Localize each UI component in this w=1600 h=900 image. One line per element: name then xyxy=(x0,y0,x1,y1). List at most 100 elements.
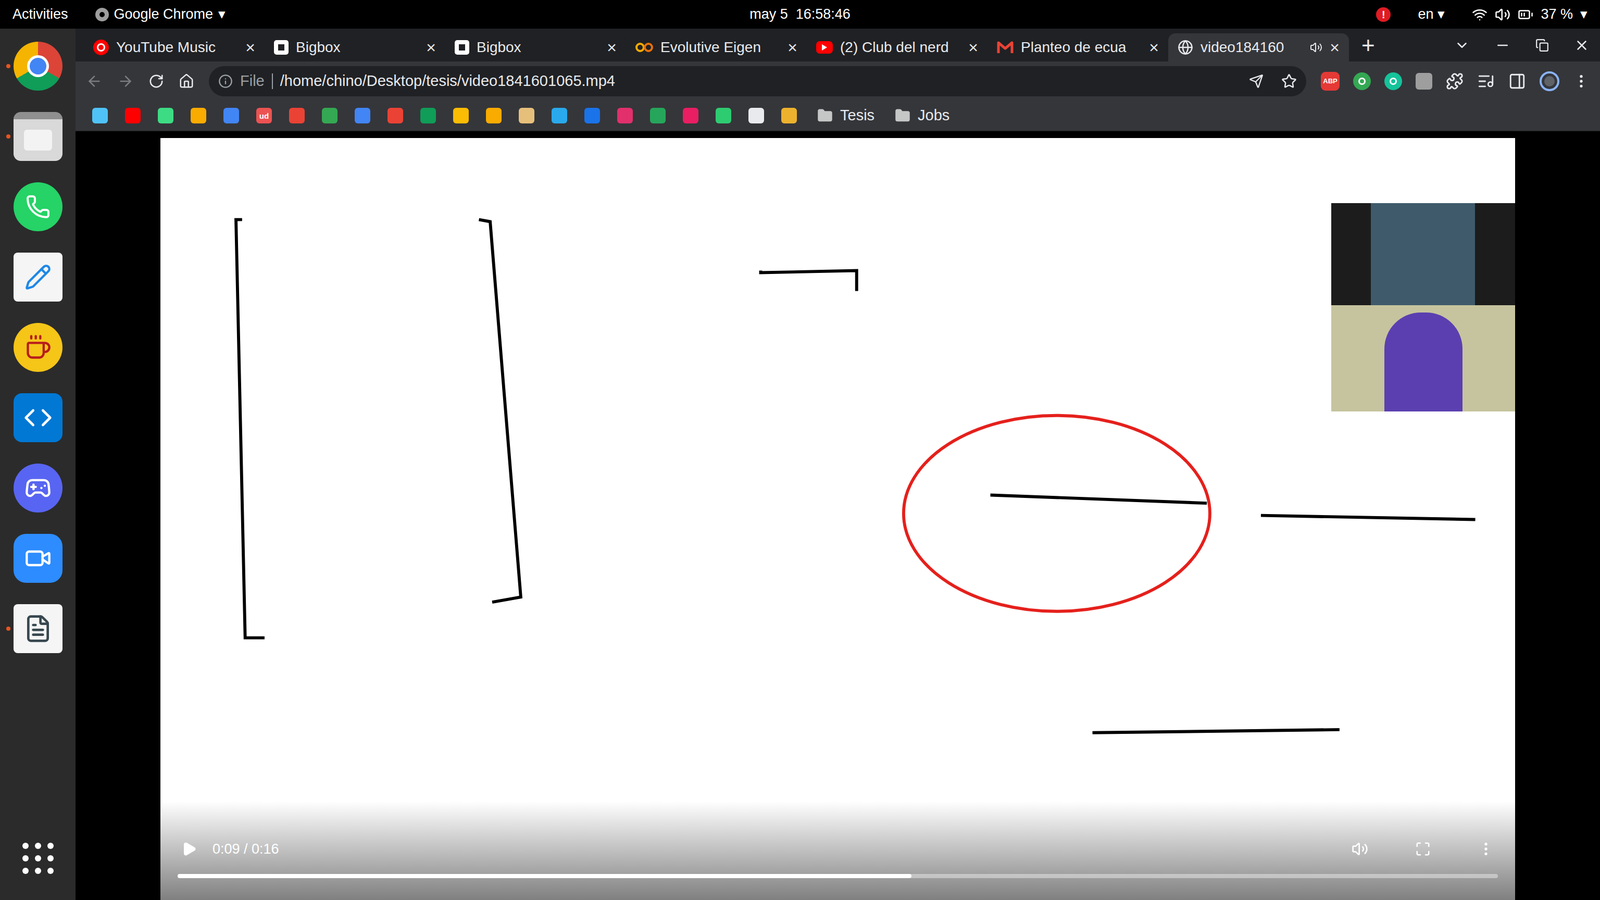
browser-tab[interactable]: YouTube Music× xyxy=(83,33,265,62)
reload-icon[interactable] xyxy=(148,73,165,90)
time-display: 0:09 / 0:16 xyxy=(212,838,280,860)
extensions-menu-button[interactable] xyxy=(1445,72,1464,91)
bookmark[interactable] xyxy=(485,107,502,124)
chrome-window: YouTube Music×Bigbox×Bigbox×Evolutive Ei… xyxy=(75,28,1600,900)
minimize-icon[interactable] xyxy=(1494,37,1511,54)
dock-item[interactable] xyxy=(13,41,63,91)
bookmark[interactable] xyxy=(92,107,108,124)
bookmark-folder[interactable]: Jobs xyxy=(894,104,950,128)
tab-close-button[interactable]: × xyxy=(787,34,798,60)
bookmark[interactable] xyxy=(584,107,600,124)
extension-button[interactable] xyxy=(1384,72,1403,91)
battery-level: 37 % xyxy=(1540,3,1573,25)
bookmark[interactable] xyxy=(354,107,371,124)
extension-button[interactable] xyxy=(1415,72,1433,90)
alert-indicator[interactable]: ! xyxy=(1376,7,1391,22)
bookmark[interactable] xyxy=(157,107,174,124)
restore-icon[interactable] xyxy=(1535,38,1549,53)
browser-tab[interactable]: Evolutive Eigen× xyxy=(626,33,807,62)
bookmark[interactable] xyxy=(387,107,404,124)
progress-track[interactable] xyxy=(177,873,1498,879)
info-icon[interactable] xyxy=(218,73,233,89)
dock-item[interactable] xyxy=(13,322,63,372)
bookmark[interactable] xyxy=(551,107,568,124)
files-icon xyxy=(13,111,63,161)
tab-close-button[interactable]: × xyxy=(1148,34,1159,60)
tab-close-button[interactable]: × xyxy=(1329,34,1340,60)
bookmark[interactable]: ud xyxy=(256,107,272,124)
back-icon[interactable] xyxy=(85,72,103,90)
forward-icon[interactable] xyxy=(117,72,134,90)
home-icon[interactable] xyxy=(178,73,195,90)
extension-button[interactable] xyxy=(1353,72,1371,91)
globe-icon xyxy=(1177,39,1194,56)
profile-button[interactable] xyxy=(1539,71,1560,92)
close-window-icon[interactable] xyxy=(1573,37,1590,54)
activities-button[interactable]: Activities xyxy=(12,3,69,25)
bookmark[interactable] xyxy=(748,107,765,124)
browser-tab[interactable]: Bigbox× xyxy=(264,33,446,62)
dock-item[interactable] xyxy=(13,393,63,443)
play-icon[interactable] xyxy=(181,841,197,857)
bookmark[interactable] xyxy=(321,107,338,124)
tab-close-button[interactable]: × xyxy=(426,34,436,60)
browser-tab[interactable]: Bigbox× xyxy=(445,33,627,62)
tab-close-button[interactable]: × xyxy=(245,34,256,60)
bookmark[interactable] xyxy=(223,107,240,124)
fullscreen-icon[interactable] xyxy=(1415,841,1431,857)
bigbox-icon xyxy=(454,40,470,55)
bookmark[interactable] xyxy=(715,107,732,124)
tab-close-button[interactable]: × xyxy=(606,34,617,60)
volume-icon[interactable] xyxy=(1351,840,1369,858)
omnibox[interactable]: File/home/chino/Desktop/tesis/video18416… xyxy=(208,66,1307,97)
menu-icon[interactable] xyxy=(1572,72,1590,90)
bigbox-icon xyxy=(273,40,289,55)
dock-item[interactable] xyxy=(13,182,63,232)
tab-close-button[interactable]: × xyxy=(968,34,979,60)
new-tab-button[interactable]: + xyxy=(1361,28,1375,63)
bookmark-star-icon[interactable] xyxy=(1281,73,1297,90)
zoom-icon xyxy=(13,533,63,583)
audio-playing-icon[interactable] xyxy=(1309,41,1323,54)
browser-tab[interactable]: (2) Club del nerd× xyxy=(806,33,988,62)
bookmark[interactable] xyxy=(453,107,469,124)
webcam-person xyxy=(1384,312,1463,412)
bookmark-folder[interactable]: Tesis xyxy=(817,104,875,128)
bookmarks-bar: ud Tesis Jobs xyxy=(75,100,1600,132)
input-source[interactable]: en▾ xyxy=(1417,3,1445,25)
browser-tab[interactable]: video184160× xyxy=(1168,33,1349,62)
bookmark[interactable] xyxy=(682,107,699,124)
bookmark[interactable] xyxy=(420,107,436,124)
bookmark[interactable] xyxy=(617,107,633,124)
bookmark[interactable] xyxy=(781,107,797,124)
bookmark[interactable] xyxy=(518,107,535,124)
dock-item[interactable] xyxy=(13,604,63,654)
media-controls-button[interactable] xyxy=(1477,72,1495,91)
top-bar: Activities Google Chrome▾ may 5 16:58:46! e… xyxy=(0,0,1600,29)
document-viewer-icon xyxy=(13,604,63,654)
progress-fill xyxy=(177,873,912,879)
teapot-icon xyxy=(13,322,63,372)
more-options-icon[interactable] xyxy=(1477,840,1495,858)
share-icon[interactable] xyxy=(1248,73,1264,89)
bookmark[interactable] xyxy=(190,107,207,124)
video-player[interactable]: 0:09 / 0:16 xyxy=(160,138,1516,900)
bookmark[interactable] xyxy=(650,107,666,124)
clock[interactable]: may 5 16:58:46 xyxy=(749,3,851,25)
running-dot xyxy=(6,134,11,139)
gmail-icon xyxy=(996,40,1014,55)
tab-search-icon[interactable] xyxy=(1454,37,1470,54)
app-menu[interactable]: Google Chrome▾ xyxy=(95,3,227,25)
whatsapp-icon xyxy=(13,182,63,232)
dock-item[interactable] xyxy=(13,533,63,583)
bookmark[interactable] xyxy=(125,107,141,124)
adblock-extension[interactable]: ABP xyxy=(1320,71,1340,91)
system-menu[interactable]: 37 %▾ xyxy=(1471,3,1588,25)
side-panel-button[interactable] xyxy=(1508,72,1527,91)
dock-item[interactable] xyxy=(13,463,63,513)
bookmark[interactable] xyxy=(289,107,305,124)
browser-tab[interactable]: Planteo de ecua× xyxy=(987,33,1169,62)
dock-item[interactable] xyxy=(13,111,63,161)
dock-item[interactable] xyxy=(13,252,63,302)
show-apps-button[interactable] xyxy=(17,837,59,880)
